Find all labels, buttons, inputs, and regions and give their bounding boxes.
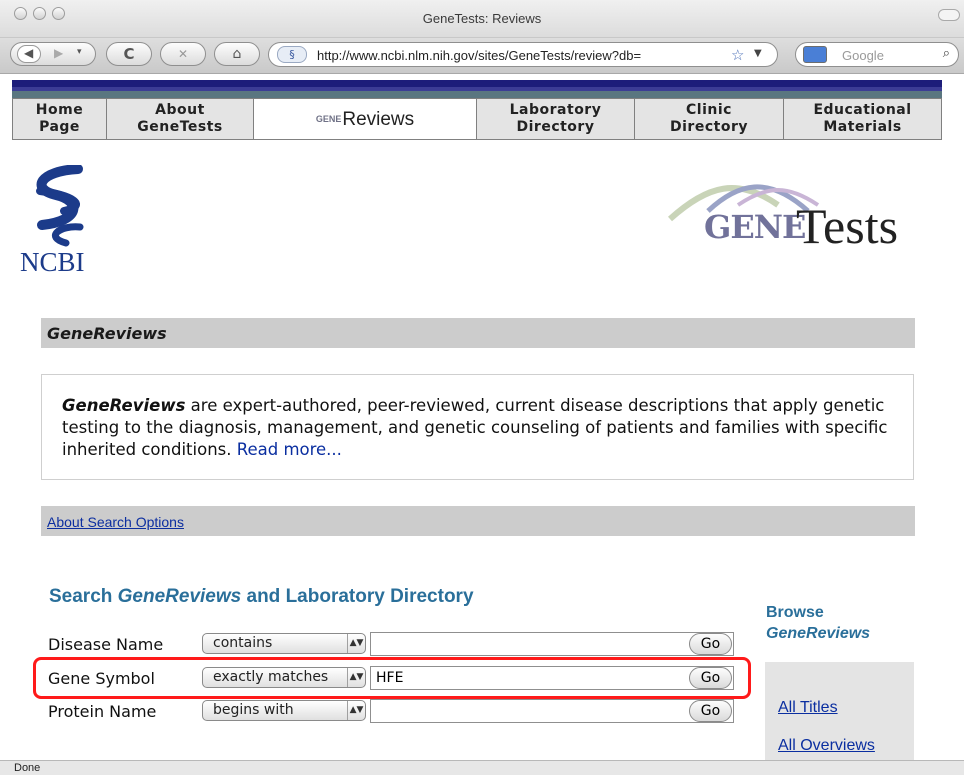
genetests-logo[interactable]: GENE Tests [668,175,933,255]
description-body: are expert-authored, peer-reviewed, curr… [62,396,888,459]
read-more-link[interactable]: Read more... [237,440,342,459]
about-search-bar: About Search Options [41,506,915,536]
search-title: Search GeneReviews and Laboratory Direct… [49,586,474,607]
tab-genereviews[interactable]: GENE Reviews [254,99,477,139]
search-row-disease-name: Disease Name contains ▲▼ Go [48,632,748,656]
site-nav: Home Page About GeneTests GENE Reviews L… [12,98,942,140]
select-arrows-icon: ▲▼ [347,701,365,720]
tab-home-page[interactable]: Home Page [13,99,107,139]
url-text[interactable]: http://www.ncbi.nlm.nih.gov/sites/GeneTe… [317,48,641,63]
back-icon[interactable]: ◀ [24,46,33,60]
site-identity-icon[interactable]: § [277,46,307,63]
magnifier-icon[interactable]: ⌕ [943,46,950,61]
genetests-gene-text: GENE [704,208,806,246]
search-row-protein-name: Protein Name begins with ▲▼ Go [48,699,748,723]
disease-operator-select[interactable]: contains ▲▼ [202,633,366,654]
protein-operator-select[interactable]: begins with ▲▼ [202,700,366,721]
disease-name-input[interactable] [370,632,734,656]
about-search-options-link[interactable]: About Search Options [47,514,184,530]
row-label: Protein Name [48,702,157,721]
protein-go-button[interactable]: Go [689,700,732,722]
browse-all-titles-link[interactable]: All Titles [778,699,838,717]
window-title: GeneTests: Reviews [422,11,542,26]
home-button[interactable]: ⌂ [214,42,260,66]
tab-label: Educational Materials [813,102,912,135]
tab-label: Clinic Directory [670,102,748,135]
genereviews-heading-bar: GeneReviews [41,318,915,348]
toolbar-toggle-button[interactable] [938,9,960,21]
gene-logo-mini: GENE [315,113,342,124]
reload-icon: C [123,45,135,63]
address-bar[interactable]: § http://www.ncbi.nlm.nih.gov/sites/Gene… [268,42,778,67]
url-dropdown-icon[interactable]: ▼ [754,48,762,59]
reload-button[interactable]: C [106,42,152,66]
forward-icon[interactable]: ▶ [54,46,63,60]
browser-toolbar: ◀ ▶ ▾ C ✕ ⌂ § http://www.ncbi.nlm.nih.go… [0,38,964,74]
ncbi-logo-text: NCBI [20,247,85,277]
history-dropdown-icon[interactable]: ▾ [77,47,82,57]
disease-go-button[interactable]: Go [689,633,732,655]
tab-about-genetests[interactable]: About GeneTests [107,99,254,139]
browse-panel: All Titles All Overviews [765,662,914,762]
ncbi-logo-icon[interactable] [20,165,100,247]
home-icon: ⌂ [232,46,242,62]
genereviews-description: GeneReviews are expert-authored, peer-re… [62,395,897,461]
bookmark-star-icon[interactable]: ☆ [731,46,744,64]
stop-icon: ✕ [177,47,189,61]
tab-clinic-directory[interactable]: Clinic Directory [635,99,784,139]
tab-laboratory-directory[interactable]: Laboratory Directory [477,99,635,139]
genetests-tests-text: Tests [796,198,899,254]
browse-all-overviews-link[interactable]: All Overviews [778,737,875,755]
header-stripes [12,80,942,98]
tab-label: About GeneTests [137,102,223,135]
browse-heading: Browse GeneReviews [766,604,871,642]
gene-symbol-highlight-box [33,657,751,699]
search-placeholder: Google [842,48,884,63]
stop-button[interactable]: ✕ [160,42,206,66]
window-titlebar: GeneTests: Reviews [0,0,964,38]
tab-label: Laboratory Directory [509,102,602,135]
tab-label: Reviews [342,108,415,130]
search-bar[interactable]: Google ⌕ [795,42,959,67]
search-engine-icon[interactable] [803,46,827,63]
select-arrows-icon: ▲▼ [347,634,365,653]
tab-label: Home Page [35,102,84,135]
row-label: Disease Name [48,635,164,654]
status-bar: Done [0,760,964,775]
genereviews-description-box: GeneReviews are expert-authored, peer-re… [41,374,914,480]
section-title: GeneReviews [47,324,167,343]
description-lead: GeneReviews [62,396,186,415]
tab-educational-materials[interactable]: Educational Materials [784,99,941,139]
back-forward-group: ◀ ▶ ▾ [10,42,96,66]
protein-name-input[interactable] [370,699,734,723]
